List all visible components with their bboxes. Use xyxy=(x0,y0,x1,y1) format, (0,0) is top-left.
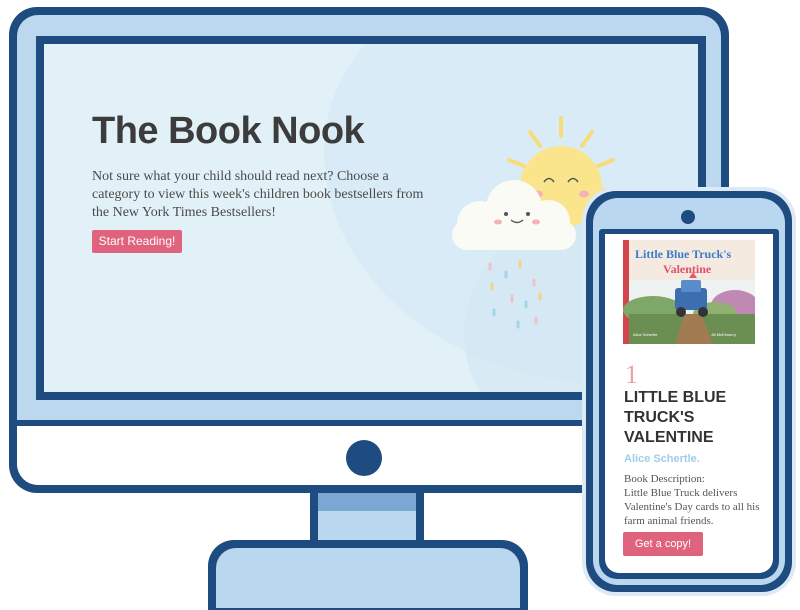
page-title: The Book Nook xyxy=(92,110,365,152)
cover-title-line2: Valentine xyxy=(663,262,712,276)
hero-description: Not sure what your child should read nex… xyxy=(92,169,424,220)
camera-icon xyxy=(346,440,382,476)
cover-title-line1: Little Blue Truck's xyxy=(635,247,732,261)
cover-author: Alice Schertle xyxy=(633,332,658,337)
book-cover-image[interactable]: Alice Schertle Jill McElmurry Little Blu… xyxy=(623,240,755,344)
camera-icon xyxy=(681,210,695,224)
book-author[interactable]: Alice Schertle. xyxy=(624,453,700,465)
get-a-copy-button[interactable]: Get a copy! xyxy=(623,532,703,556)
book-description: Book Description: Little Blue Truck deli… xyxy=(624,472,764,528)
monitor-stand-shadow xyxy=(318,493,416,511)
book-rank: 1 xyxy=(625,360,638,389)
book-title: LITTLE BLUE TRUCK'S VALENTINE xyxy=(624,389,727,446)
monitor-stand-base-inner xyxy=(216,548,520,608)
start-reading-button[interactable]: Start Reading! xyxy=(92,230,182,253)
cover-illustrator: Jill McElmurry xyxy=(711,332,736,337)
book-description-label: Book Description: xyxy=(624,473,705,485)
book-description-text: Little Blue Truck delivers Valentine's D… xyxy=(624,487,760,527)
phone-screen: Alice Schertle Jill McElmurry Little Blu… xyxy=(605,234,773,573)
cloud-icon xyxy=(452,180,576,329)
